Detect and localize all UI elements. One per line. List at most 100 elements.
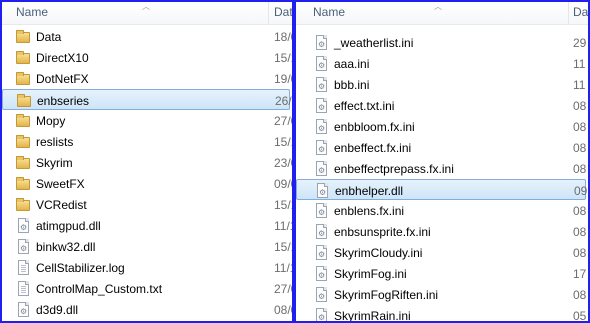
- file-name: reslists: [36, 135, 74, 149]
- file-name: SkyrimCloudy.ini: [334, 246, 423, 260]
- text-file-icon: [16, 260, 32, 276]
- file-name: enbseries: [37, 94, 90, 108]
- folder-icon: [16, 71, 32, 87]
- settings-file-icon: ⚙: [314, 140, 330, 156]
- file-row[interactable]: ⚙ enbeffectprepass.fx.ini 08: [296, 158, 588, 179]
- file-name: SweetFX: [36, 177, 85, 191]
- file-date: 15/1: [274, 240, 292, 254]
- dll-file-icon: ⚙: [16, 302, 32, 318]
- file-name: VCRedist: [36, 198, 87, 212]
- file-row[interactable]: VCRedist 15/1: [2, 194, 292, 215]
- folder-icon: [17, 93, 33, 109]
- file-name: Data: [36, 30, 62, 44]
- folder-icon: [16, 29, 32, 45]
- file-row[interactable]: Skyrim 23/0: [2, 152, 292, 173]
- file-date: 27/0: [274, 114, 292, 128]
- file-date: 08/0: [274, 303, 292, 317]
- folder-icon: [16, 134, 32, 150]
- file-row[interactable]: ⚙ enblens.fx.ini 08: [296, 200, 588, 221]
- file-row[interactable]: CellStabilizer.log 11/1: [2, 257, 292, 278]
- file-row[interactable]: ⚙ SkyrimRain.ini 05: [296, 305, 588, 323]
- file-row[interactable]: ⚙ _weatherlist.ini 29: [296, 32, 588, 53]
- dll-file-icon: ⚙: [315, 183, 331, 199]
- file-date: 08: [573, 162, 587, 176]
- file-row[interactable]: ⚙ effect.txt.ini 08: [296, 95, 588, 116]
- file-row[interactable]: reslists 15/1: [2, 131, 292, 152]
- file-name: bbb.ini: [334, 78, 370, 92]
- file-name: Skyrim: [36, 156, 73, 170]
- file-row[interactable]: ⚙ aaa.ini 11: [296, 53, 588, 74]
- file-date: 23/0: [274, 156, 292, 170]
- column-divider[interactable]: [268, 2, 269, 24]
- sort-chevron-icon: ︿: [142, 2, 150, 11]
- file-row[interactable]: DirectX10 15/1: [2, 47, 292, 68]
- settings-file-icon: ⚙: [314, 161, 330, 177]
- left-explorer-pane: Name ︿ Dat Data 18/0 DirectX10 15/1 DotNetFX…: [0, 0, 294, 323]
- file-name: SkyrimFog.ini: [334, 267, 407, 281]
- file-date: 09/0: [274, 177, 292, 191]
- name-column-header[interactable]: Name: [313, 5, 345, 19]
- file-row[interactable]: DotNetFX 19/0: [2, 68, 292, 89]
- file-row[interactable]: enbseries 26/1: [2, 89, 292, 110]
- name-column-header[interactable]: Name: [16, 5, 48, 19]
- folder-icon: [16, 197, 32, 213]
- settings-file-icon: ⚙: [314, 119, 330, 135]
- file-row[interactable]: ControlMap_Custom.txt 27/0: [2, 278, 292, 299]
- file-name: aaa.ini: [334, 57, 370, 71]
- file-row[interactable]: ⚙ bbb.ini 11: [296, 74, 588, 95]
- file-name: Mopy: [36, 114, 66, 128]
- column-divider[interactable]: [568, 2, 569, 24]
- file-name: ControlMap_Custom.txt: [36, 282, 163, 296]
- dll-file-icon: ⚙: [16, 218, 32, 234]
- date-column-header[interactable]: Dat: [274, 5, 292, 19]
- file-name: atimgpud.dll: [36, 219, 101, 233]
- file-date: 18/0: [274, 30, 292, 44]
- file-row[interactable]: ⚙ SkyrimCloudy.ini 08: [296, 242, 588, 263]
- file-row[interactable]: ⚙ enbsunsprite.fx.ini 08: [296, 221, 588, 242]
- file-date: 11/1: [274, 261, 292, 275]
- file-name: binkw32.dll: [36, 240, 96, 254]
- file-row[interactable]: ⚙ binkw32.dll 15/1: [2, 236, 292, 257]
- file-name: DotNetFX: [36, 72, 89, 86]
- file-row[interactable]: Mopy 27/0: [2, 110, 292, 131]
- settings-file-icon: ⚙: [314, 266, 330, 282]
- folder-icon: [16, 176, 32, 192]
- date-column-header[interactable]: Da: [573, 5, 588, 19]
- file-name: SkyrimRain.ini: [334, 309, 411, 323]
- file-row[interactable]: SweetFX 09/0: [2, 173, 292, 194]
- folder-icon: [16, 50, 32, 66]
- file-row[interactable]: ⚙ atimgpud.dll 11/1: [2, 215, 292, 236]
- file-date: 05: [573, 309, 587, 323]
- file-row[interactable]: ⚙ SkyrimFogRiften.ini 08: [296, 284, 588, 305]
- settings-file-icon: ⚙: [314, 224, 330, 240]
- file-date: 08: [573, 288, 587, 302]
- file-date: 19/0: [274, 72, 292, 86]
- file-date: 09: [574, 184, 588, 198]
- settings-file-icon: ⚙: [314, 56, 330, 72]
- file-date: 11: [573, 57, 586, 71]
- file-name: effect.txt.ini: [334, 99, 395, 113]
- file-date: 08: [573, 204, 587, 218]
- file-name: CellStabilizer.log: [36, 261, 125, 275]
- file-date: 08: [573, 141, 587, 155]
- file-name: enbeffect.fx.ini: [334, 141, 412, 155]
- settings-file-icon: ⚙: [314, 245, 330, 261]
- file-name: enblens.fx.ini: [334, 204, 405, 218]
- file-date: 08: [573, 99, 587, 113]
- file-name: d3d9.dll: [36, 303, 79, 317]
- settings-file-icon: ⚙: [314, 98, 330, 114]
- folder-icon: [16, 113, 32, 129]
- sort-chevron-icon: ︿: [434, 2, 442, 11]
- file-row[interactable]: ⚙ enbbloom.fx.ini 08: [296, 116, 588, 137]
- file-row[interactable]: Data 18/0: [2, 26, 292, 47]
- file-row[interactable]: ⚙ enbeffect.fx.ini 08: [296, 137, 588, 158]
- right-explorer-pane: Name ︿ Da ⚙ _weatherlist.ini 29 ⚙ aaa.ini 11 ⚙…: [294, 0, 590, 323]
- file-name: enbsunsprite.fx.ini: [334, 225, 431, 239]
- file-row[interactable]: ⚙ d3d9.dll 08/0: [2, 299, 292, 320]
- column-header: Name ︿ Dat: [2, 2, 292, 25]
- file-row[interactable]: ⚙ SkyrimFog.ini 17: [296, 263, 588, 284]
- file-row[interactable]: ⚙ enbhelper.dll 09: [296, 179, 588, 200]
- dll-file-icon: ⚙: [16, 239, 32, 255]
- file-list: ⚙ _weatherlist.ini 29 ⚙ aaa.ini 11 ⚙ bbb.ini 11 ⚙…: [296, 32, 588, 323]
- file-date: 15/1: [274, 51, 292, 65]
